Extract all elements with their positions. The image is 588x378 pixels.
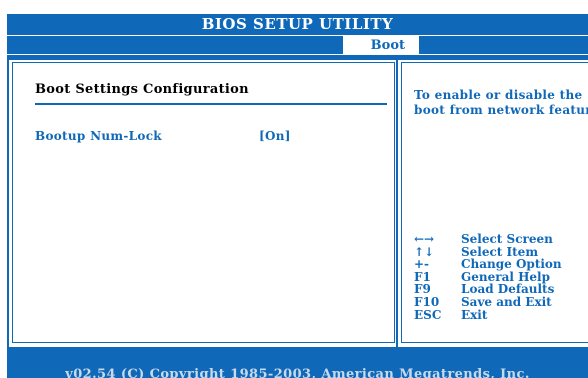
setting-label: Bootup Num-Lock [35,129,162,143]
key-description: Exit [461,307,488,322]
copyright-text: v02.54 (C) Copyright 1985-2003, American… [65,367,530,378]
tab-divider [411,36,419,54]
key-esc: ESC [414,307,442,322]
key-description: Select Screen [461,232,553,246]
footer-bar: v02.54 (C) Copyright 1985-2003, American… [7,367,588,378]
key-description: Change Option [461,257,562,272]
key-plus-minus: +- [414,257,430,272]
tab-boot[interactable]: Boot [343,36,411,54]
setting-value[interactable]: [On] [259,130,291,143]
key-arrows-left-right-icon: ←→ [414,232,435,246]
help-line: boot from network feature. [414,103,588,117]
help-text: To enable or disable the boot from netwo… [414,88,588,118]
key-description: Save and Exit [461,294,552,309]
tab-bar: Boot [7,35,588,55]
setting-value[interactable]: [Disabled] [259,116,332,129]
section-title: Boot Settings Configuration [35,82,249,97]
section-divider [35,103,387,105]
bios-title-bar: BIOS SETUP UTILITY [7,14,588,35]
setting-label: Boot From Network [35,115,173,129]
key-f10: F10 [414,294,440,309]
help-line: To enable or disable the [414,88,583,102]
